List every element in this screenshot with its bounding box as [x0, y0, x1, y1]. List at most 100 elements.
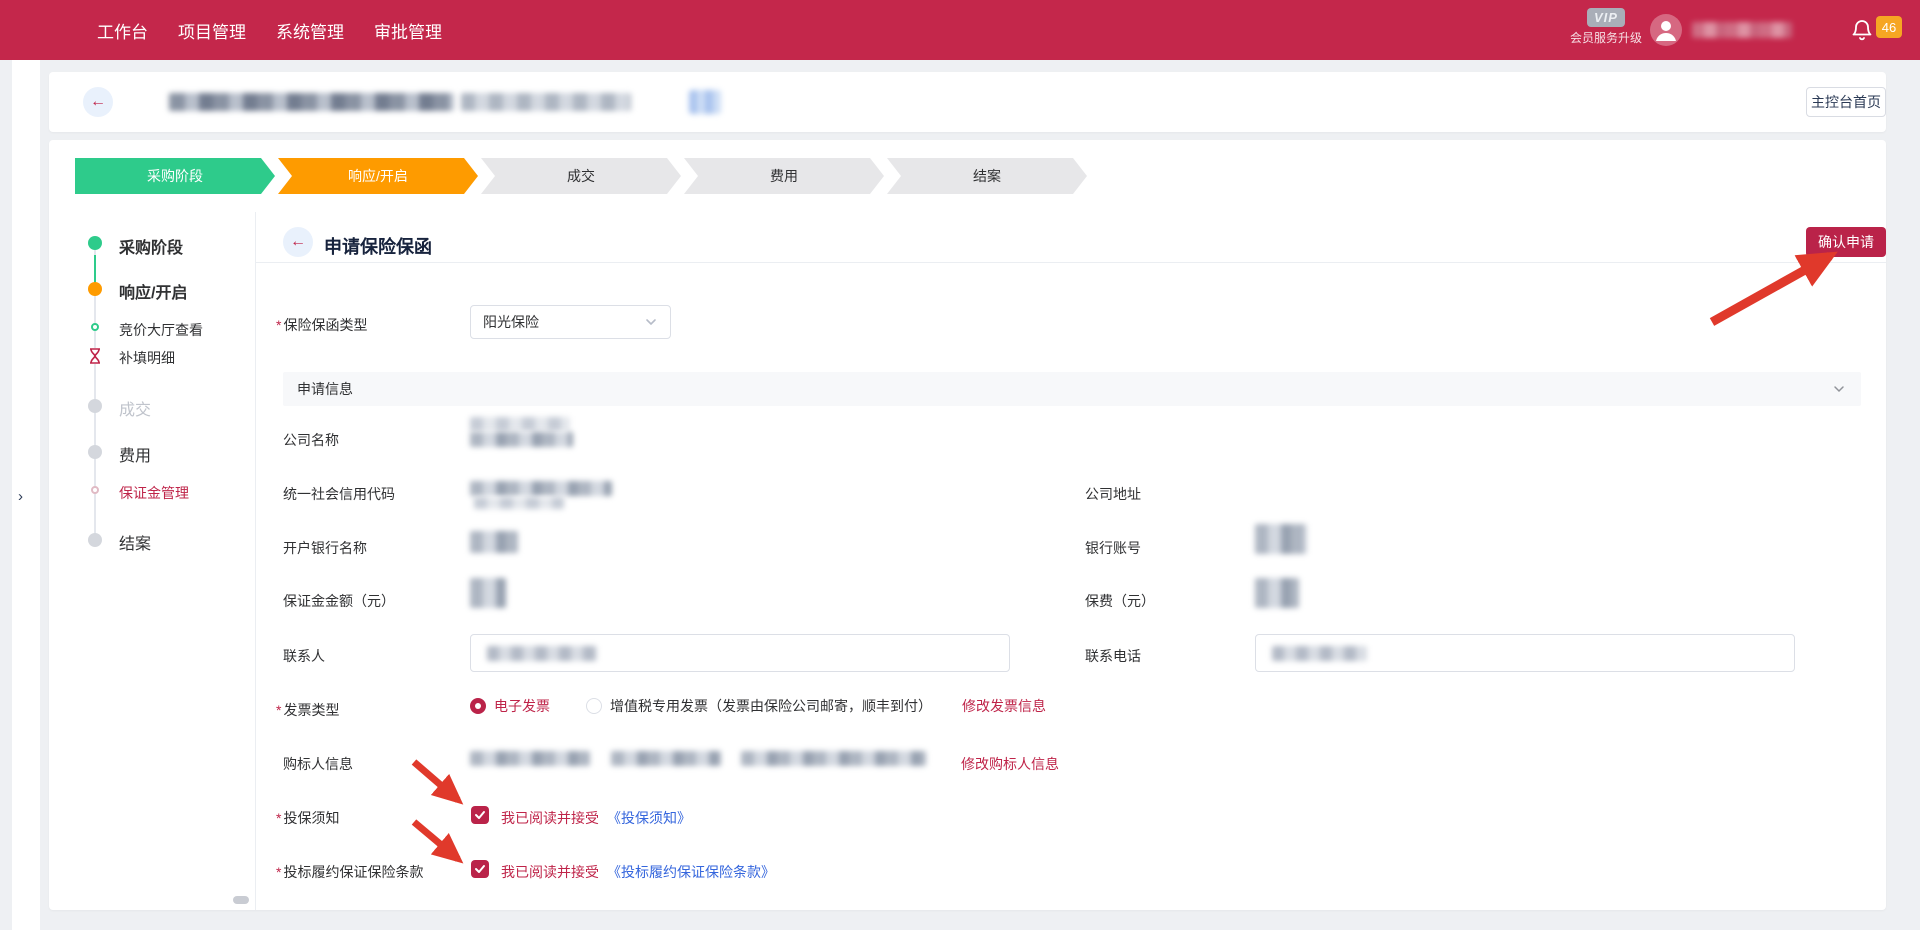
bank-name-label: 开户银行名称 [283, 538, 367, 558]
header-back-button[interactable]: ← [83, 87, 113, 117]
chevron-down-icon [644, 315, 658, 329]
credit-code-label: 统一社会信用代码 [283, 484, 395, 504]
chevron-down-icon [1831, 381, 1847, 397]
main-panel: 采购阶段 响应/开启 成交 费用 结案 采购阶段 响应/开启 竞价大厅查看 补填… [49, 140, 1886, 910]
title-divider [256, 262, 1886, 263]
agree-text: 我已阅读并接受 [501, 808, 599, 828]
nav-item-approval-mgmt[interactable]: 审批管理 [374, 18, 442, 43]
edit-buyer-info-link[interactable]: 修改购标人信息 [961, 754, 1059, 774]
sidebar-item-close[interactable]: 结案 [119, 530, 151, 554]
form-title: 申请保险保函 [324, 233, 432, 259]
collapsed-sidebar: › [12, 60, 40, 930]
status-badge-redacted [689, 90, 721, 114]
expand-sidebar-chevron-icon[interactable]: › [18, 488, 23, 505]
bank-account-label: 银行账号 [1085, 538, 1141, 558]
vip-icon: VIP [1587, 8, 1625, 27]
required-mark: * [276, 864, 281, 880]
invoice-type-label: *发票类型 [276, 700, 339, 720]
bank-name-value-redacted [470, 531, 518, 553]
dot-fee [88, 445, 102, 459]
vat-invoice-option[interactable]: 增值税专用发票（发票由保险公司邮寄，顺丰到付） [610, 696, 932, 716]
buyer-value-redacted-1 [470, 751, 590, 766]
page-header: ← 主控台首页 [49, 72, 1886, 132]
electronic-invoice-option[interactable]: 电子发票 [494, 696, 550, 716]
user-icon [1650, 14, 1682, 46]
notice-doc-link[interactable]: 《投保须知》 [607, 808, 691, 828]
vip-caption: 会员服务升级 [1556, 29, 1656, 46]
notice-label: *投保须知 [276, 808, 339, 828]
nav-menu: 工作台 项目管理 系统管理 审批管理 [97, 0, 442, 60]
phone-value-redacted [1272, 646, 1367, 661]
dot-response-open [88, 282, 102, 296]
buyer-info-label: 购标人信息 [283, 754, 353, 774]
phone-input[interactable] [1255, 634, 1795, 672]
deposit-amount-label: 保证金金额（元） [283, 591, 395, 611]
sidebar-divider [255, 212, 256, 910]
nav-item-project-mgmt[interactable]: 项目管理 [178, 18, 246, 43]
notification-count-badge: 46 [1876, 16, 1902, 38]
sidebar-item-fee[interactable]: 费用 [119, 442, 151, 466]
avatar[interactable] [1650, 14, 1682, 46]
insurance-type-select[interactable]: 阳光保险 [470, 305, 671, 339]
dot-deal [88, 399, 102, 413]
ring-deposit-mgmt [91, 486, 99, 494]
required-mark: * [276, 317, 281, 333]
bell-icon[interactable] [1850, 18, 1874, 42]
confirm-apply-button[interactable]: 确认申请 [1806, 227, 1886, 257]
terms-label: *投标履约保证保险条款 [276, 862, 423, 882]
sidebar-item-bid-hall[interactable]: 竞价大厅查看 [119, 320, 203, 340]
step-response-open[interactable]: 响应/开启 [278, 158, 478, 194]
contact-value-redacted [487, 646, 597, 661]
contact-input[interactable] [470, 634, 1010, 672]
step-close[interactable]: 结案 [887, 158, 1087, 194]
contact-label: 联系人 [283, 646, 325, 666]
credit-code-value-redacted2 [474, 497, 564, 509]
bank-account-value-redacted [1255, 524, 1307, 554]
insurance-type-value: 阳光保险 [483, 312, 539, 332]
required-mark: * [276, 810, 281, 826]
radio-electronic-invoice[interactable] [470, 698, 486, 714]
buyer-value-redacted-2 [611, 751, 721, 766]
phone-label: 联系电话 [1085, 646, 1141, 666]
check-icon [474, 809, 486, 821]
required-mark: * [276, 702, 281, 718]
radio-vat-invoice[interactable] [586, 698, 602, 714]
company-name-label: 公司名称 [283, 430, 339, 450]
username-redacted [1692, 22, 1792, 38]
premium-label: 保费（元） [1085, 591, 1155, 611]
sidebar-item-procurement[interactable]: 采购阶段 [119, 234, 183, 258]
step-fee[interactable]: 费用 [684, 158, 884, 194]
stage-steps: 采购阶段 响应/开启 成交 费用 结案 [75, 158, 1087, 194]
premium-value-redacted [1255, 578, 1299, 608]
timeline-line-done [94, 255, 96, 285]
insurance-type-label: *保险保函类型 [276, 315, 367, 335]
notice-checkbox[interactable] [471, 806, 489, 824]
section-application-info[interactable]: 申请信息 [283, 372, 1861, 406]
terms-doc-link[interactable]: 《投标履约保证保险条款》 [607, 862, 775, 882]
sidebar-item-deal[interactable]: 成交 [119, 396, 151, 420]
buyer-value-redacted-3 [741, 751, 926, 766]
company-name-value-redacted2 [470, 432, 573, 447]
step-deal[interactable]: 成交 [481, 158, 681, 194]
check-icon [474, 863, 486, 875]
deposit-amount-value-redacted [470, 578, 506, 608]
hourglass-icon [88, 348, 102, 364]
section-title: 申请信息 [297, 379, 353, 399]
horizontal-scrollbar-thumb[interactable] [233, 896, 249, 904]
agree-text: 我已阅读并接受 [501, 862, 599, 882]
nav-item-workbench[interactable]: 工作台 [97, 18, 148, 43]
terms-checkbox[interactable] [471, 860, 489, 878]
ring-bid-hall [91, 323, 99, 331]
project-title-redacted [169, 93, 454, 111]
sidebar-item-response-open[interactable]: 响应/开启 [119, 279, 187, 303]
vip-upgrade[interactable]: VIP 会员服务升级 [1556, 8, 1656, 46]
form-back-button[interactable]: ← [283, 227, 313, 257]
edit-invoice-info-link[interactable]: 修改发票信息 [962, 696, 1046, 716]
console-home-button[interactable]: 主控台首页 [1806, 87, 1886, 117]
dot-procurement [88, 236, 102, 250]
dot-close [88, 533, 102, 547]
sidebar-item-deposit-mgmt[interactable]: 保证金管理 [119, 483, 189, 503]
sidebar-item-fill-details[interactable]: 补填明细 [119, 348, 175, 368]
nav-item-system-mgmt[interactable]: 系统管理 [276, 18, 344, 43]
step-procurement[interactable]: 采购阶段 [75, 158, 275, 194]
